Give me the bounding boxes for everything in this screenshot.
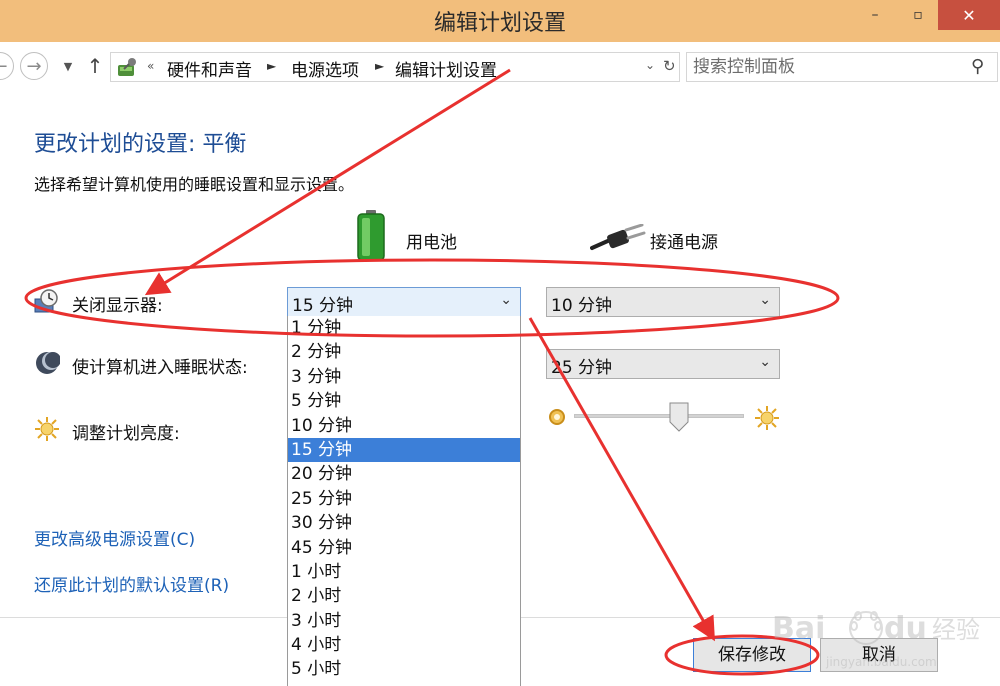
brightness-slider-track[interactable] <box>574 414 744 418</box>
display-off-plugged-value: 10 分钟 <box>551 296 613 316</box>
breadcrumb-separator[interactable]: ► <box>375 59 384 73</box>
power-plug-icon <box>590 224 646 250</box>
sleep-plugged-select[interactable]: 25 分钟 ⌄ <box>546 349 780 379</box>
dropdown-option[interactable]: 5 小时 <box>288 657 520 681</box>
window-title: 编辑计划设置 <box>433 11 566 36</box>
navigation-bar: ← → ▼ ↑ « 硬件和声音 ► 电源选项 ► 编辑计划设置 ⌄ ↻ ⚲ <box>0 42 1000 92</box>
svg-text:经验: 经验 <box>932 616 980 644</box>
plugged-in-column-header: 接通电源 <box>650 233 718 253</box>
dropdown-option[interactable]: 1 分钟 <box>288 316 520 340</box>
search-box[interactable]: ⚲ <box>686 52 998 82</box>
moon-icon <box>36 352 60 374</box>
dropdown-option[interactable]: 15 分钟 <box>288 437 520 463</box>
brightness-slider-thumb[interactable] <box>669 402 689 432</box>
page-title: 更改计划的设置: 平衡 <box>34 132 247 157</box>
chevron-down-icon: ⌄ <box>759 292 771 308</box>
maximize-button[interactable]: ▫ <box>898 0 938 30</box>
dropdown-option[interactable]: 25 分钟 <box>288 487 520 511</box>
dropdown-option[interactable]: 45 分钟 <box>288 536 520 560</box>
dropdown-option[interactable]: 2 小时 <box>288 584 520 608</box>
dropdown-option[interactable]: 5 分钟 <box>288 389 520 413</box>
dropdown-option[interactable]: 1 小时 <box>288 560 520 584</box>
brightness-icon <box>35 417 59 441</box>
close-button[interactable]: ✕ <box>938 0 1000 30</box>
svg-text:du: du <box>884 611 927 646</box>
advanced-power-settings-link[interactable]: 更改高级电源设置(C) <box>34 525 195 550</box>
battery-column-header: 用电池 <box>406 233 457 253</box>
search-input[interactable] <box>693 55 963 79</box>
brightness-label: 调整计划亮度: <box>72 424 180 444</box>
chevron-down-icon[interactable]: ⌄ <box>645 58 655 72</box>
control-panel-icon <box>118 58 136 76</box>
display-off-battery-value: 15 分钟 <box>292 296 354 316</box>
brightness-high-icon <box>755 406 779 430</box>
search-icon[interactable]: ⚲ <box>971 56 984 77</box>
dropdown-option[interactable]: 2 分钟 <box>288 340 520 364</box>
up-button[interactable]: ↑ <box>84 52 106 80</box>
breadcrumb-overflow[interactable]: « <box>147 59 154 73</box>
restore-defaults-link[interactable]: 还原此计划的默认设置(R) <box>34 571 229 596</box>
address-bar[interactable]: « 硬件和声音 ► 电源选项 ► 编辑计划设置 ⌄ ↻ <box>110 52 680 82</box>
recent-locations-button[interactable]: ▼ <box>58 52 78 80</box>
dropdown-option[interactable]: 3 分钟 <box>288 365 520 389</box>
sleep-plugged-value: 25 分钟 <box>551 358 613 378</box>
display-off-plugged-select[interactable]: 10 分钟 ⌄ <box>546 287 780 317</box>
forward-button[interactable]: → <box>20 52 48 80</box>
breadcrumb-power-options[interactable]: 电源选项 <box>291 56 359 81</box>
breadcrumb-hardware-sound[interactable]: 硬件和声音 <box>167 56 252 81</box>
dropdown-option[interactable]: 3 小时 <box>288 609 520 633</box>
brightness-low-icon <box>549 409 565 425</box>
monitor-clock-icon <box>34 289 58 313</box>
dropdown-option[interactable]: 30 分钟 <box>288 511 520 535</box>
refresh-icon[interactable]: ↻ <box>663 57 676 75</box>
svg-text:Bai: Bai <box>772 611 825 646</box>
display-off-label: 关闭显示器: <box>72 296 163 316</box>
display-off-dropdown-list[interactable]: 1 分钟 2 分钟 3 分钟 5 分钟 10 分钟 15 分钟 20 分钟 25 分钟 30 分… <box>287 316 521 686</box>
chevron-down-icon: ⌄ <box>500 292 512 308</box>
page-description: 选择希望计算机使用的睡眠设置和显示设置。 <box>34 175 355 194</box>
breadcrumb-edit-plan[interactable]: 编辑计划设置 <box>395 56 497 81</box>
sleep-label: 使计算机进入睡眠状态: <box>72 358 248 378</box>
dropdown-option[interactable]: 4 小时 <box>288 633 520 657</box>
breadcrumb-separator[interactable]: ► <box>267 59 276 73</box>
minimize-button[interactable]: – <box>852 0 898 30</box>
baidu-watermark-logo: Bai du 经验 jingyan.baidu.com <box>772 611 980 669</box>
display-off-battery-select[interactable]: 15 分钟 ⌄ <box>287 287 521 317</box>
back-button[interactable]: ← <box>0 52 14 80</box>
svg-text:jingyan.baidu.com: jingyan.baidu.com <box>825 655 937 669</box>
title-bar: 编辑计划设置 – ▫ ✕ <box>0 0 1000 42</box>
dropdown-option[interactable]: 20 分钟 <box>288 462 520 486</box>
chevron-down-icon: ⌄ <box>759 354 771 370</box>
battery-icon <box>357 210 385 261</box>
dropdown-option[interactable]: 10 分钟 <box>288 414 520 438</box>
